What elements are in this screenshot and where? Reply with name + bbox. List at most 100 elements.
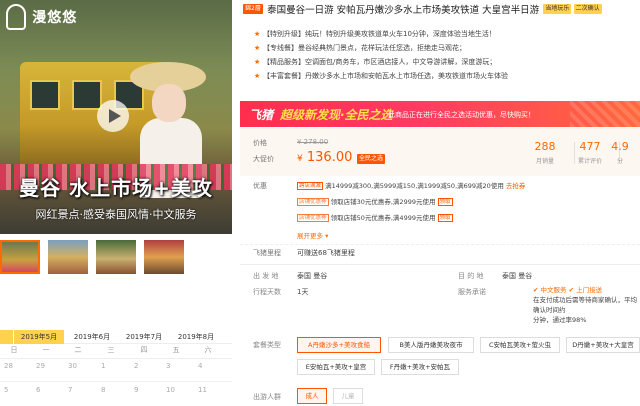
service-promise: ✔ 中文服务 ✔ 上门接送 在支付成功后需等待商家确认，平均确认时间约 分钟，通…: [533, 285, 640, 325]
claim-coupon-button[interactable]: 领取: [437, 214, 453, 222]
package-option-e[interactable]: E安帕瓦+美攻+皇宫: [297, 359, 375, 375]
original-price: ¥ 278.00: [297, 138, 329, 146]
package-option-d[interactable]: D丹嫩+美攻+大皇宫: [566, 337, 640, 353]
discount-row: 跨店满减 满14999减300,满5999减150,满1999减50,满699减…: [297, 180, 525, 190]
sale-price: ¥ 136.00: [297, 150, 352, 165]
logo-text: 漫悠悠: [32, 10, 78, 26]
stat-number: 4.9: [611, 140, 629, 153]
expand-more-link[interactable]: 展开更多 ▾: [297, 230, 328, 240]
discount-tag: 跨店满减: [297, 182, 324, 190]
calendar-day[interactable]: 28: [4, 362, 24, 370]
price-panel: 价格 ¥ 278.00 大促价 ¥ 136.00 全民之选 288 月销量 47…: [240, 128, 640, 176]
calendar-day[interactable]: 29: [36, 362, 56, 370]
thumbnail-strip: [0, 240, 232, 276]
sale-tag: 全民之选: [357, 154, 386, 164]
banner-slogan: 超级新发现·全民之选: [280, 108, 393, 122]
weekday: 日: [10, 346, 18, 354]
main-product-image[interactable]: 漫悠悠 曼谷 水上市场+美攻 网红景点·感受泰国风情·中文服务: [0, 0, 232, 234]
tab-month[interactable]: 2019年6月: [68, 330, 116, 344]
claim-coupon-button[interactable]: 领取: [437, 198, 453, 206]
thumbnail[interactable]: [144, 240, 184, 274]
trip-info: 出 发 地 泰国 曼谷 目 的 地 泰国 曼谷 行程天数 1天 服务承诺 ✔ 中…: [240, 264, 640, 324]
image-headline: 曼谷 水上市场+美攻: [19, 176, 213, 200]
discount-text: 领取店铺50元优惠券,满4999元使用: [330, 214, 436, 222]
title-badge: 錦2層: [243, 4, 263, 14]
package-option-b[interactable]: B美人版丹嫩美攻夜市: [388, 337, 474, 353]
feature-item: 【特别升级】纯玩！特别升级美攻铁道单火车10分钟，深度体验当地生活！: [254, 27, 640, 41]
thumbnail[interactable]: [96, 240, 136, 274]
discount-label: 优惠: [253, 182, 267, 190]
thumbnail[interactable]: [0, 240, 40, 274]
product-title-row: 錦2層 泰国曼谷一日游 安帕瓦丹嫩沙多水上市场美攻铁道 大皇宫半日游 当地玩乐 …: [243, 2, 640, 16]
play-icon[interactable]: [97, 100, 129, 132]
destination-value: 泰国 曼谷: [502, 272, 533, 280]
calendar-prev-tab[interactable]: [0, 330, 13, 344]
discount-tag: 店铺优惠券: [297, 198, 329, 206]
image-subline: 网红景点·感受泰国风情·中文服务: [35, 208, 197, 221]
crowd-child-option[interactable]: 儿童: [333, 388, 363, 404]
rating-score: 4.9 分: [600, 140, 640, 165]
calendar-day[interactable]: 30: [68, 362, 88, 370]
currency-symbol: ¥: [297, 154, 303, 164]
logo-icon: [6, 4, 26, 30]
weekday: 一: [42, 346, 50, 354]
calendar-day[interactable]: 4: [198, 362, 218, 370]
tab-month[interactable]: 2019年8月: [172, 330, 220, 344]
mileage-label: 飞猪里程: [253, 249, 281, 257]
calendar-month-tabs: 2019年5月 2019年6月 2019年7月 2019年8月: [0, 330, 232, 344]
get-coupon-link[interactable]: 去抢券: [506, 182, 526, 190]
face-shape: [152, 84, 186, 122]
calendar-day[interactable]: 2: [134, 362, 154, 370]
mileage-row: 飞猪里程 可赚送68飞猪里程: [240, 244, 640, 258]
feature-item: 【丰富套餐】丹嫩沙多水上市场和安帕瓦水上市场任选，美攻铁道市场火车体验: [254, 69, 640, 83]
service-label: 服务承诺: [458, 288, 486, 296]
feature-item: 【精品服务】空调面包/商务车，市区酒店接人，中文导游讲解，深度游玩；: [254, 55, 640, 69]
confirm-badge: 二次确认: [573, 4, 602, 14]
package-selector: 套餐类型 A丹嫩沙多+美攻食船 B美人版丹嫩美攻夜市 C安帕瓦美攻+萤火虫 D丹…: [240, 332, 640, 406]
crowd-label: 出游人群: [253, 393, 281, 401]
promo-banner[interactable]: 飞猪 超级新发现·全民之选 此商品正在进行全民之选活动优惠，尽快购买！: [240, 101, 640, 127]
banner-decoration: [570, 101, 640, 127]
chevron-down-icon: ▾: [325, 232, 329, 240]
calendar-day[interactable]: 7: [68, 386, 88, 394]
shop-logo: 漫悠悠: [6, 4, 77, 30]
package-option-c[interactable]: C安帕瓦美攻+萤火虫: [480, 337, 560, 353]
stat-caption: 分: [616, 158, 623, 165]
weekday: 二: [74, 346, 82, 354]
feature-item: 【专线餐】曼谷经典热门景点，花样玩法任您选，拒绝走马观花；: [254, 41, 640, 55]
weekday: 五: [172, 346, 180, 354]
calendar-day[interactable]: 5: [4, 386, 24, 394]
weekday: 三: [107, 346, 115, 354]
calendar-day[interactable]: 9: [134, 386, 154, 394]
package-option-f[interactable]: F丹嫩+美攻+安帕瓦: [381, 359, 459, 375]
calendar-day[interactable]: 11: [198, 386, 218, 394]
days-value: 1天: [297, 288, 309, 296]
calendar-day[interactable]: 3: [166, 362, 186, 370]
discount-row: 店铺优惠券 领取店铺50元优惠券,满4999元使用 领取: [297, 212, 453, 222]
service-line: ✔ 中文服务 ✔ 上门接送: [533, 286, 603, 294]
product-title: 泰国曼谷一日游 安帕瓦丹嫩沙多水上市场美攻铁道 大皇宫半日游: [267, 5, 540, 16]
tab-month[interactable]: 2019年5月: [14, 330, 64, 344]
discount-tag: 店铺优惠券: [297, 214, 329, 222]
calendar-day[interactable]: 8: [101, 386, 121, 394]
discount-row: 店铺优惠券 领取店铺30元优惠券,满2999元使用 领取: [297, 196, 453, 206]
sale-price-value: 136.00: [306, 150, 353, 165]
package-option-a[interactable]: A丹嫩沙多+美攻食船: [297, 337, 381, 353]
depart-label: 出 发 地: [253, 272, 279, 280]
calendar-day[interactable]: 6: [36, 386, 56, 394]
tab-month[interactable]: 2019年7月: [120, 330, 168, 344]
price-label: 价格: [253, 139, 267, 147]
days-label: 行程天数: [253, 288, 281, 296]
crowd-adult-option[interactable]: 成人: [297, 388, 327, 404]
discount-text: 领取店铺30元优惠券,满2999元使用: [330, 198, 436, 206]
expand-more-label: 展开更多: [297, 232, 323, 240]
calendar-day[interactable]: 1: [101, 362, 121, 370]
service-line: 分钟，通过率98%: [533, 316, 587, 324]
feature-list: 【特别升级】纯玩！特别升级美攻铁道单火车10分钟，深度体验当地生活！ 【专线餐】…: [254, 27, 640, 83]
weekday: 四: [140, 346, 148, 354]
calendar-grid: 28 29 30 1 2 3 4 5 6 7 8 9 10 11: [0, 358, 232, 406]
service-line: 在支付成功后需等待商家确认，平均确认时间约: [533, 296, 637, 314]
calendar-day[interactable]: 10: [166, 386, 186, 394]
thumbnail[interactable]: [48, 240, 88, 274]
weekday: 六: [204, 346, 212, 354]
